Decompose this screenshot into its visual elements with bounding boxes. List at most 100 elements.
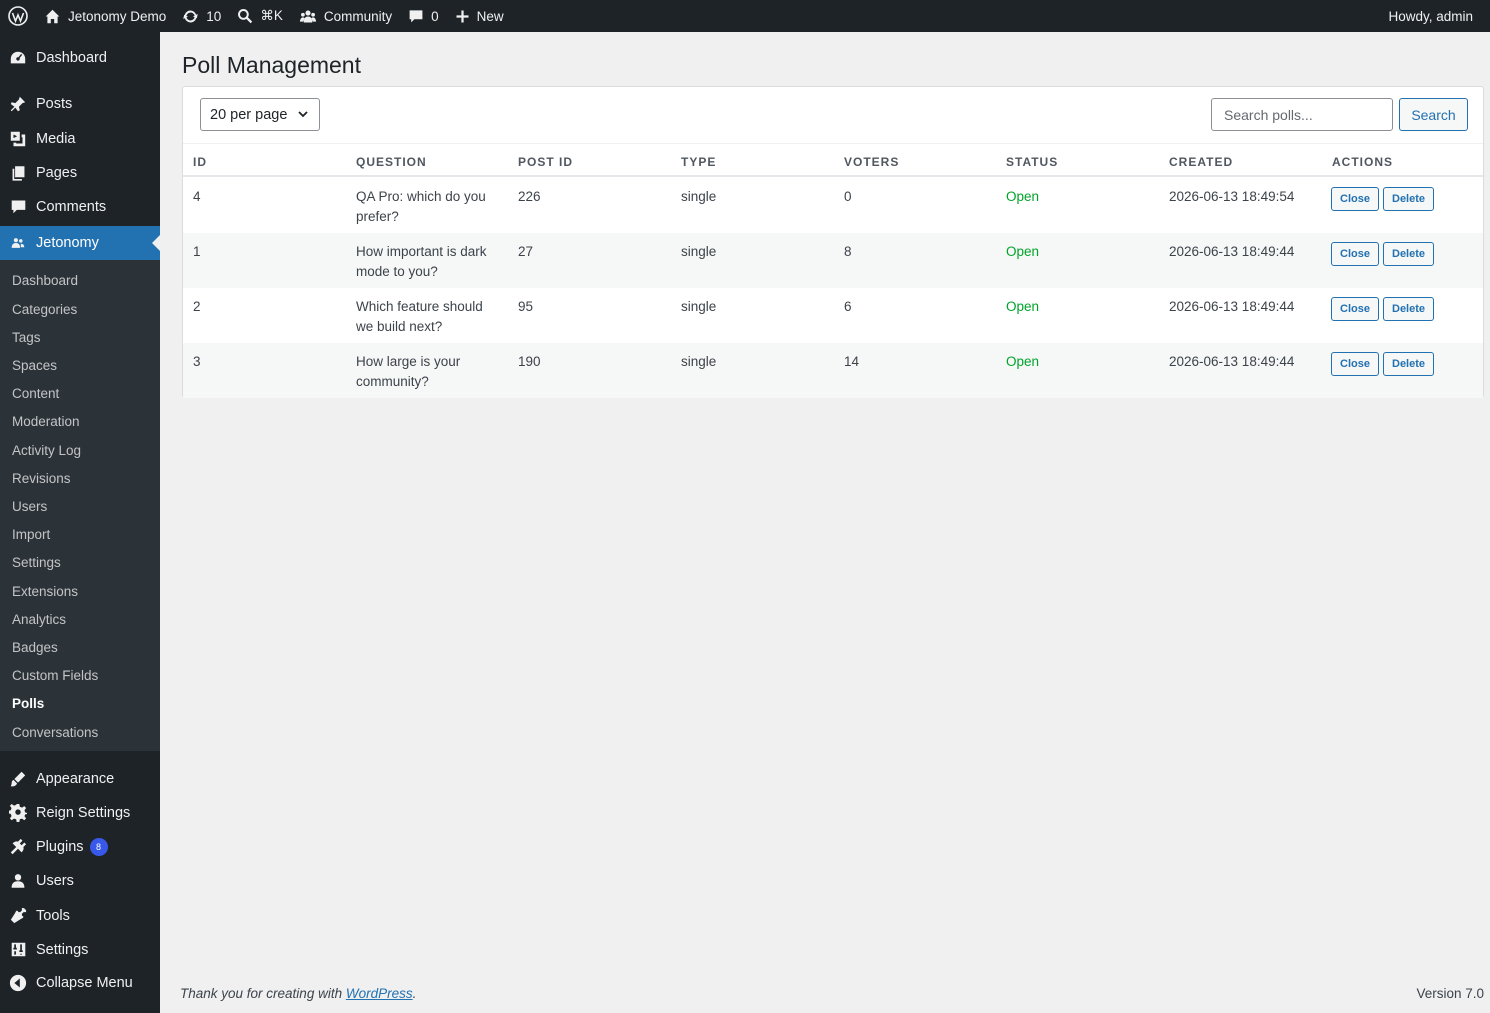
delete-poll-button[interactable]: Delete: [1383, 352, 1435, 376]
menu-tools[interactable]: Tools: [0, 907, 160, 924]
submenu-spaces[interactable]: Spaces: [12, 358, 57, 373]
menu-appearance[interactable]: Appearance: [0, 770, 160, 788]
close-poll-button[interactable]: Close: [1331, 242, 1379, 266]
header-status: STATUS: [1006, 155, 1059, 169]
menu-users[interactable]: Users: [0, 872, 160, 889]
submenu-categories[interactable]: Categories: [12, 302, 77, 317]
site-name-link[interactable]: Jetonomy Demo: [36, 0, 174, 32]
table-row: 3 How large is your community? 190 singl…: [183, 343, 1483, 398]
delete-poll-button[interactable]: Delete: [1383, 242, 1435, 266]
cell-voters: 14: [844, 354, 860, 369]
delete-poll-button[interactable]: Delete: [1383, 297, 1435, 321]
header-question: QUESTION: [356, 155, 427, 169]
menu-media[interactable]: Media: [0, 130, 160, 148]
footer-thanks: Thank you for creating with WordPress.: [180, 986, 416, 1001]
account-menu[interactable]: Howdy, admin: [1380, 0, 1490, 32]
submenu-badges[interactable]: Badges: [12, 640, 58, 655]
collapse-menu-label: Collapse Menu: [36, 975, 133, 991]
footer-version: Version 7.0: [1416, 986, 1484, 1001]
comment-icon: [409, 10, 423, 23]
updates-link[interactable]: 10: [174, 0, 229, 32]
wordpress-link[interactable]: WordPress: [346, 986, 413, 1001]
submenu-settings[interactable]: Settings: [12, 555, 61, 570]
menu-plugins[interactable]: Plugins 8: [0, 838, 160, 856]
close-poll-button[interactable]: Close: [1331, 297, 1379, 321]
menu-reign-settings-label: Reign Settings: [36, 805, 131, 821]
close-poll-button[interactable]: Close: [1331, 187, 1379, 211]
cell-created: 2026-06-13 18:49:44: [1169, 299, 1295, 314]
cell-voters: 0: [844, 189, 852, 204]
cell-voters: 6: [844, 299, 852, 314]
per-page-select[interactable]: 20 per page: [200, 98, 320, 131]
menu-dashboard-label: Dashboard: [36, 50, 107, 66]
community-link[interactable]: Community: [291, 0, 400, 32]
new-content-link[interactable]: New: [447, 0, 512, 32]
collapse-menu-button[interactable]: Collapse Menu: [0, 974, 160, 992]
cell-type: single: [681, 189, 717, 204]
submenu-tags[interactable]: Tags: [12, 330, 41, 345]
cell-type: single: [681, 299, 717, 314]
menu-comments[interactable]: Comments: [0, 198, 160, 215]
comments-count: 0: [431, 8, 439, 24]
header-post-id: POST ID: [518, 155, 574, 169]
submenu-moderation[interactable]: Moderation: [12, 414, 80, 429]
menu-dashboard[interactable]: Dashboard: [0, 49, 160, 67]
submenu-dashboard[interactable]: Dashboard: [12, 273, 78, 288]
site-name: Jetonomy Demo: [68, 8, 167, 24]
settings-icon: [0, 941, 36, 958]
menu-pages[interactable]: Pages: [0, 164, 160, 182]
wrench-icon: [0, 907, 36, 924]
search-button[interactable]: Search: [1399, 98, 1468, 131]
submenu-revisions[interactable]: Revisions: [12, 471, 71, 486]
submenu-activity-log[interactable]: Activity Log: [12, 443, 81, 458]
jetonomy-submenu: Dashboard Categories Tags Spaces Content…: [0, 260, 160, 751]
cell-status: Open: [1006, 299, 1040, 314]
current-menu-arrow: [152, 235, 160, 251]
cell-post-id: 95: [518, 299, 534, 314]
submenu-custom-fields[interactable]: Custom Fields: [12, 668, 98, 683]
table-row: 4 QA Pro: which do you prefer? 226 singl…: [183, 178, 1483, 233]
collapse-icon: [0, 974, 36, 992]
close-poll-button[interactable]: Close: [1331, 352, 1379, 376]
menu-pages-label: Pages: [36, 165, 78, 181]
header-id: ID: [193, 155, 207, 169]
submenu-users[interactable]: Users: [12, 499, 47, 514]
delete-poll-button[interactable]: Delete: [1383, 187, 1435, 211]
menu-posts[interactable]: Posts: [0, 95, 160, 113]
menu-settings[interactable]: Settings: [0, 941, 160, 958]
polls-card: 20 per page Search ID QUESTION POST ID T…: [182, 86, 1484, 398]
cell-id: 3: [193, 354, 201, 369]
cell-voters: 8: [844, 244, 852, 259]
community-icon: [299, 10, 316, 22]
comments-link[interactable]: 0: [400, 0, 447, 32]
search-input[interactable]: [1211, 98, 1393, 131]
header-created: CREATED: [1169, 155, 1234, 169]
menu-reign-settings[interactable]: Reign Settings: [0, 804, 160, 822]
chevron-down-icon: [298, 111, 308, 118]
menu-posts-label: Posts: [36, 96, 73, 112]
table-row: 2 Which feature should we build next? 95…: [183, 288, 1483, 343]
menu-jetonomy[interactable]: Jetonomy: [0, 226, 160, 260]
submenu-import[interactable]: Import: [12, 527, 50, 542]
cell-post-id: 226: [518, 189, 541, 204]
search-shortcut: ⌘K: [260, 8, 283, 23]
howdy-label: Howdy, admin: [1388, 8, 1473, 24]
header-actions: ACTIONS: [1332, 155, 1393, 169]
new-label: New: [476, 8, 504, 24]
per-page-value: 20 per page: [210, 106, 288, 123]
cell-id: 2: [193, 299, 201, 314]
submenu-analytics[interactable]: Analytics: [12, 612, 66, 627]
cell-type: single: [681, 244, 717, 259]
menu-settings-label: Settings: [36, 941, 89, 958]
submenu-extensions[interactable]: Extensions: [12, 584, 78, 599]
wordpress-logo-icon[interactable]: [0, 0, 36, 32]
menu-comments-label: Comments: [36, 198, 107, 215]
search-shortcut-link[interactable]: ⌘K: [229, 0, 291, 32]
updates-count: 10: [206, 8, 222, 24]
brush-icon: [0, 770, 36, 788]
submenu-content[interactable]: Content: [12, 386, 59, 401]
media-icon: [0, 130, 36, 148]
submenu-conversations[interactable]: Conversations: [12, 725, 98, 740]
submenu-polls[interactable]: Polls: [12, 696, 44, 711]
cell-created: 2026-06-13 18:49:44: [1169, 354, 1295, 369]
